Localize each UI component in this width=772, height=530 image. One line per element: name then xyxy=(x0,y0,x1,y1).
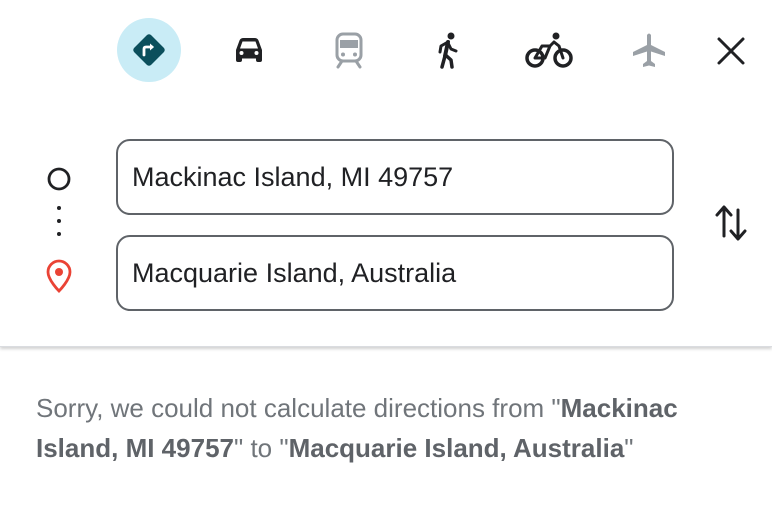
directions-icon xyxy=(133,34,165,66)
error-message-prefix: Sorry, we could not calculate directions… xyxy=(36,393,561,423)
walking-icon xyxy=(438,32,458,69)
close-button[interactable] xyxy=(706,26,756,76)
route-dots-icon xyxy=(56,206,62,244)
destination-field xyxy=(116,235,674,311)
travel-mode-best[interactable] xyxy=(117,18,181,82)
train-icon xyxy=(335,32,363,69)
car-icon xyxy=(236,38,262,62)
origin-input[interactable] xyxy=(118,161,672,193)
error-message-suffix: " xyxy=(624,433,634,463)
travel-mode-transit[interactable] xyxy=(317,18,381,82)
close-icon xyxy=(717,37,745,65)
error-message-destination: Macquarie Island, Australia xyxy=(288,433,625,463)
error-message: Sorry, we could not calculate directions… xyxy=(36,388,736,468)
travel-mode-walking[interactable] xyxy=(417,18,481,82)
origin-circle-icon xyxy=(44,164,74,194)
swap-arrows-icon xyxy=(715,205,747,241)
origin-field xyxy=(116,139,674,215)
destination-pin-icon xyxy=(44,258,74,294)
travel-mode-cycling[interactable] xyxy=(517,18,581,82)
travel-mode-driving[interactable] xyxy=(217,18,281,82)
directions-panel xyxy=(0,0,772,347)
bicycle-icon xyxy=(525,32,573,68)
swap-waypoints-button[interactable] xyxy=(706,198,756,248)
travel-mode-flights[interactable] xyxy=(617,18,681,82)
error-message-middle: " to " xyxy=(233,433,289,463)
destination-input[interactable] xyxy=(118,257,672,289)
airplane-icon xyxy=(633,33,665,67)
